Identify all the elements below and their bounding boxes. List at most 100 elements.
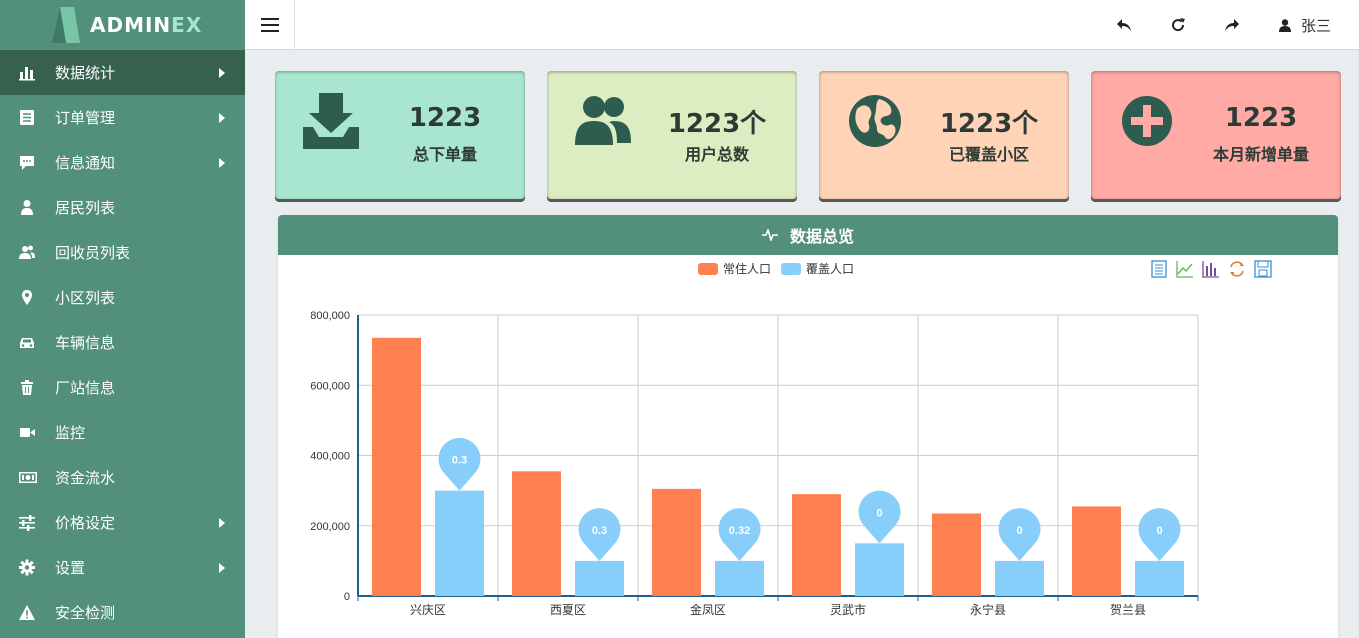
sidebar-item-3[interactable]: 居民列表	[0, 185, 245, 230]
users-icon	[19, 244, 37, 262]
sidebar-item-2[interactable]: 信息通知	[0, 140, 245, 185]
sidebar-item-label: 订单管理	[55, 109, 116, 127]
y-tick-label: 400,000	[310, 451, 350, 463]
car-icon	[19, 334, 37, 352]
gear-icon	[19, 559, 37, 577]
bar-1-1[interactable]	[575, 560, 624, 596]
sidebar-item-8[interactable]: 监控	[0, 410, 245, 455]
bar-1-2[interactable]	[715, 560, 764, 596]
pulse-icon	[761, 229, 778, 241]
sidebar-item-label: 回收员列表	[55, 244, 131, 262]
video-camera-icon	[19, 424, 37, 442]
refresh-icon	[1172, 18, 1185, 32]
stat-card-0[interactable]: 1223 总下单量	[275, 71, 525, 199]
caret-right-icon	[219, 67, 225, 78]
stat-label: 本月新增单量	[1212, 145, 1309, 164]
bar-0-3[interactable]	[792, 494, 841, 596]
bar-1-4[interactable]	[995, 560, 1044, 596]
stat-value: 1223	[1224, 103, 1298, 133]
panel-header: 数据总览	[278, 215, 1338, 255]
y-tick-label: 600,000	[310, 380, 350, 392]
sidebar-item-4[interactable]: 回收员列表	[0, 230, 245, 275]
stat-card-2[interactable]: 1223个已覆盖小区	[819, 71, 1069, 199]
marker-label: 0.3	[592, 525, 607, 537]
stat-label: 总下单量	[412, 145, 477, 164]
bar-0-2[interactable]	[652, 488, 701, 596]
sidebar: ADMINEX 数据统计订单管理信息通知居民列表回收员列表小区列表车辆信息厂站信…	[0, 0, 245, 638]
x-tick-label: 贺兰县	[1110, 603, 1146, 617]
panel-title: 数据总览	[789, 227, 854, 246]
sidebar-item-11[interactable]: 设置	[0, 545, 245, 590]
stat-label: 已覆盖小区	[948, 145, 1029, 164]
bar-0-4[interactable]	[932, 513, 981, 596]
bar-1-5[interactable]	[1135, 560, 1184, 596]
forward-button[interactable]	[1205, 0, 1259, 50]
user-menu[interactable]: 张三	[1259, 15, 1359, 36]
sidebar-item-6[interactable]: 车辆信息	[0, 320, 245, 365]
stat-card-1[interactable]: 1223个 用户总数	[547, 71, 797, 199]
x-tick-label: 金凤区	[690, 602, 726, 617]
caret-right-icon	[219, 112, 225, 123]
top-actions: 张三	[1097, 0, 1359, 50]
sidebar-menu: 数据统计订单管理信息通知居民列表回收员列表小区列表车辆信息厂站信息监控资金流水价…	[0, 50, 245, 635]
download-tray-icon	[303, 93, 359, 149]
user-icon	[1278, 18, 1291, 32]
x-tick-label: 西夏区	[550, 603, 586, 617]
sidebar-item-0[interactable]: 数据统计	[0, 50, 245, 95]
sidebar-item-1[interactable]: 订单管理	[0, 95, 245, 140]
bar-0-1[interactable]	[512, 471, 561, 596]
comment-icon	[19, 154, 37, 172]
logo-mark-icon	[52, 7, 80, 43]
sidebar-item-label: 安全检测	[55, 604, 116, 622]
sidebar-item-label: 信息通知	[55, 154, 116, 172]
bar-1-0[interactable]	[435, 490, 484, 596]
sidebar-item-label: 监控	[55, 424, 86, 442]
sidebar-item-label: 设置	[55, 559, 86, 577]
caret-right-icon	[219, 517, 225, 528]
sidebar-item-10[interactable]: 价格设定	[0, 500, 245, 545]
list-alt-icon	[19, 109, 37, 127]
x-tick-label: 灵武市	[830, 602, 866, 617]
marker-label: 0.32	[729, 525, 750, 537]
stat-value: 1223个	[667, 109, 767, 139]
map-marker-icon	[19, 289, 37, 307]
warning-icon	[19, 604, 37, 622]
overview-panel: 数据总览 常住人口 覆盖人口 0 200,000 400,000 600,000…	[278, 215, 1338, 638]
sidebar-item-label: 厂站信息	[55, 379, 116, 397]
logo[interactable]: ADMINEX	[0, 0, 245, 50]
menu-toggle-button[interactable]	[245, 0, 295, 50]
sidebar-item-label: 价格设定	[55, 514, 116, 532]
x-tick-label: 兴庆区	[410, 603, 446, 617]
bar-0-0[interactable]	[372, 337, 421, 596]
y-tick-label: 200,000	[310, 521, 350, 533]
forward-icon	[1224, 19, 1239, 31]
back-button[interactable]	[1097, 0, 1151, 50]
sidebar-item-5[interactable]: 小区列表	[0, 275, 245, 320]
caret-right-icon	[219, 157, 225, 168]
bar-0-5[interactable]	[1072, 506, 1121, 596]
money-icon	[19, 469, 37, 487]
sidebar-item-label: 数据统计	[55, 64, 116, 82]
top-bar: 张三	[245, 0, 1359, 50]
y-tick-label: 800,000	[310, 310, 350, 322]
sidebar-item-12[interactable]: 安全检测	[0, 590, 245, 635]
hamburger-icon	[260, 18, 279, 32]
bar-1-3[interactable]	[855, 543, 904, 596]
stat-value: 1223个	[939, 109, 1039, 139]
sidebar-item-label: 居民列表	[55, 199, 116, 217]
bar-chart: 0 200,000 400,000 600,000 800,000 0.3 兴庆区 0.3 西夏…	[310, 310, 1199, 617]
users-icon	[575, 96, 631, 145]
logo-text: ADMINEX	[90, 13, 203, 37]
sidebar-item-label: 车辆信息	[55, 334, 116, 352]
stat-card-3[interactable]: 1223 本月新增单量	[1091, 71, 1341, 199]
y-tick-label: 0	[344, 591, 350, 603]
caret-right-icon	[219, 562, 225, 573]
sidebar-item-9[interactable]: 资金流水	[0, 455, 245, 500]
refresh-button[interactable]	[1151, 0, 1205, 50]
trash-icon	[19, 379, 37, 397]
bar-chart-icon	[19, 64, 37, 82]
stat-value: 1223	[408, 103, 482, 133]
marker-label: 0	[1016, 525, 1022, 537]
user-icon	[19, 199, 37, 217]
sidebar-item-7[interactable]: 厂站信息	[0, 365, 245, 410]
